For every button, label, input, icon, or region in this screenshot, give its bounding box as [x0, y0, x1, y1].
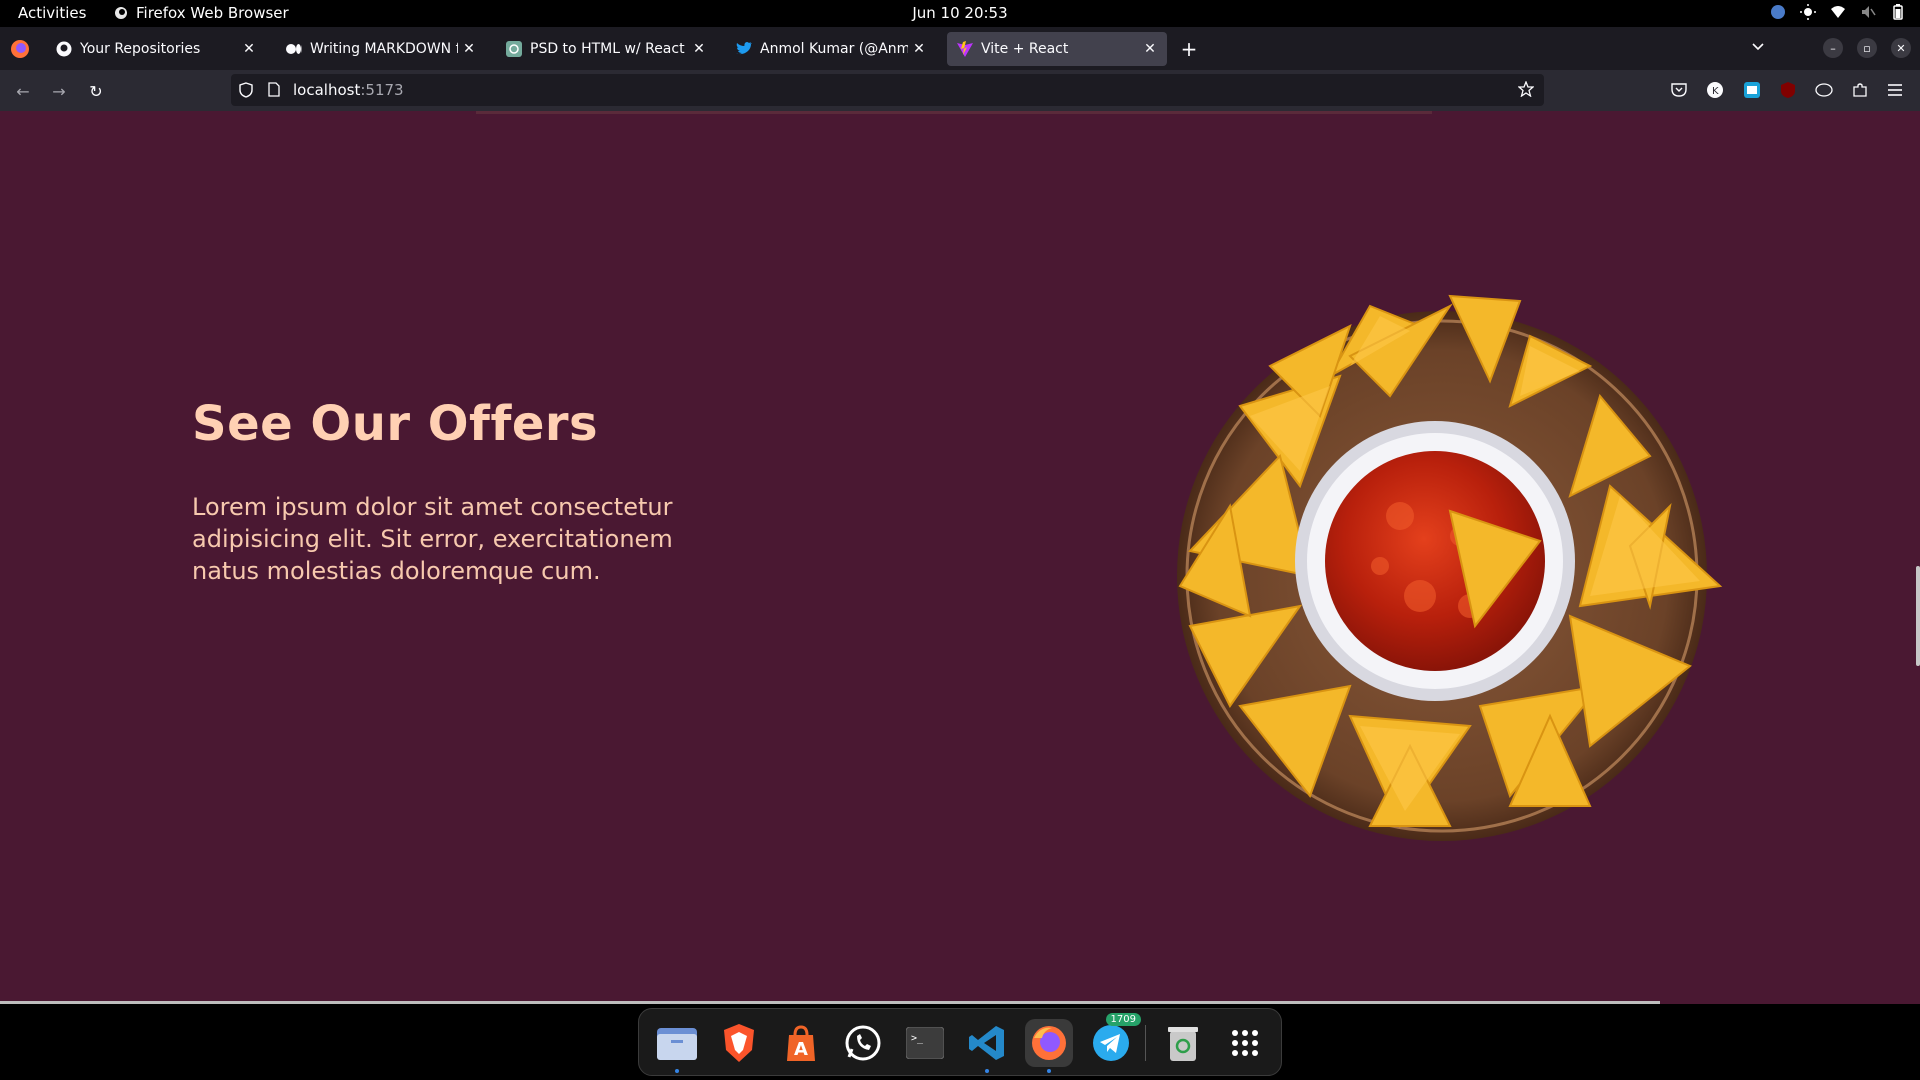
tab-title: Vite + React — [981, 41, 1069, 57]
telegram-unread-badge: 1709 — [1105, 1013, 1141, 1026]
url-text[interactable]: localhost:5173 — [293, 81, 404, 99]
twitter-icon — [736, 41, 752, 57]
tab-vite-react[interactable]: Vite + React ✕ — [947, 32, 1167, 66]
svg-text:>_: >_ — [911, 1033, 924, 1044]
offers-description: Lorem ipsum dolor sit amet consectetur a… — [192, 493, 673, 585]
minimize-icon[interactable]: – — [1823, 38, 1843, 58]
close-tab-icon[interactable]: ✕ — [908, 38, 930, 60]
close-tab-icon[interactable]: ✕ — [238, 38, 260, 60]
list-all-tabs-icon[interactable] — [1750, 39, 1766, 59]
whatsapp-icon[interactable] — [839, 1019, 887, 1067]
back-arrow-icon[interactable]: ← — [12, 80, 34, 102]
medium-icon — [286, 41, 302, 57]
battery-icon[interactable] — [1890, 4, 1906, 20]
extension-mask-icon[interactable] — [1815, 81, 1833, 99]
close-window-icon[interactable]: ✕ — [1891, 38, 1911, 58]
new-tab-button[interactable]: + — [1178, 39, 1200, 61]
terminal-icon[interactable]: >_ — [901, 1019, 949, 1067]
telegram-icon[interactable]: 1709 — [1087, 1013, 1141, 1067]
dock: A >_ 1709 — [638, 1008, 1282, 1076]
wifi-icon[interactable] — [1830, 4, 1846, 20]
vertical-scrollbar[interactable] — [1916, 566, 1920, 666]
firefox-view-icon[interactable] — [10, 39, 30, 59]
vite-icon — [957, 41, 973, 57]
github-icon — [56, 41, 72, 57]
tab-writing-markdown[interactable]: Writing MARKDOWN for your ✕ — [276, 32, 486, 66]
firefox-dock-icon[interactable] — [1025, 1019, 1073, 1073]
tab-title: Writing MARKDOWN for your — [310, 41, 458, 57]
url-bar[interactable]: localhost:5173 — [231, 74, 1544, 106]
vscode-icon[interactable] — [963, 1019, 1011, 1073]
hamburger-menu-icon[interactable] — [1886, 81, 1904, 99]
tab-title: Anmol Kumar (@Anmol_kr — [760, 41, 908, 57]
system-top-bar: Activities Firefox Web Browser Jun 10 20… — [0, 0, 1920, 27]
running-indicator — [1047, 1069, 1051, 1073]
pocket-icon[interactable] — [1670, 81, 1688, 99]
extensions-puzzle-icon[interactable] — [1851, 81, 1869, 99]
forward-arrow-icon[interactable]: → — [48, 80, 70, 102]
url-host: localhost — [293, 81, 361, 99]
url-port: :5173 — [360, 81, 404, 99]
tab-psd-to-html[interactable]: PSD to HTML w/ React ✕ — [496, 32, 716, 66]
tab-strip: Your Repositories ✕ Writing MARKDOWN for… — [0, 27, 1920, 70]
tab-your-repositories[interactable]: Your Repositories ✕ — [46, 32, 266, 66]
bookmark-star-icon[interactable] — [1517, 80, 1535, 101]
offers-heading: See Our Offers — [192, 396, 599, 452]
tab-title: Your Repositories — [80, 41, 201, 57]
files-app-icon[interactable] — [653, 1019, 701, 1073]
navigation-toolbar: ← → ↻ localhost:5173 K — [0, 70, 1920, 111]
tab-title: PSD to HTML w/ React — [530, 41, 685, 57]
close-tab-icon[interactable]: ✕ — [1139, 38, 1161, 60]
previous-section-edge — [476, 111, 1432, 114]
brave-browser-icon[interactable] — [715, 1019, 763, 1067]
vpn-icon[interactable] — [1770, 4, 1786, 20]
page-info-icon[interactable] — [268, 82, 280, 101]
close-tab-icon[interactable]: ✕ — [458, 38, 480, 60]
running-indicator — [675, 1069, 679, 1073]
system-tray[interactable] — [1770, 4, 1906, 20]
chatgpt-icon — [506, 41, 522, 57]
show-apps-grid-icon[interactable] — [1221, 1019, 1269, 1067]
tracking-shield-icon[interactable] — [239, 82, 253, 102]
dock-separator — [1145, 1025, 1146, 1061]
running-indicator — [985, 1069, 989, 1073]
ublock-origin-icon[interactable] — [1779, 81, 1797, 99]
trash-icon[interactable] — [1159, 1019, 1207, 1067]
reload-icon[interactable]: ↻ — [85, 80, 107, 102]
close-tab-icon[interactable]: ✕ — [688, 38, 710, 60]
svg-text:K: K — [1712, 86, 1719, 97]
brightness-icon[interactable] — [1800, 4, 1816, 20]
nachos-salsa-image — [1177, 294, 1723, 841]
tab-anmol-kumar[interactable]: Anmol Kumar (@Anmol_kr ✕ — [726, 32, 936, 66]
extension-k-icon[interactable]: K — [1706, 81, 1724, 99]
restore-icon[interactable]: ▫ — [1857, 38, 1877, 58]
clock[interactable]: Jun 10 20:53 — [0, 4, 1920, 22]
translate-extension-icon[interactable] — [1743, 81, 1761, 99]
web-page: See Our Offers Lorem ipsum dolor sit ame… — [0, 111, 1920, 1004]
svg-text:A: A — [794, 1039, 808, 1060]
software-center-icon[interactable]: A — [777, 1019, 825, 1067]
volume-muted-icon[interactable] — [1860, 4, 1876, 20]
